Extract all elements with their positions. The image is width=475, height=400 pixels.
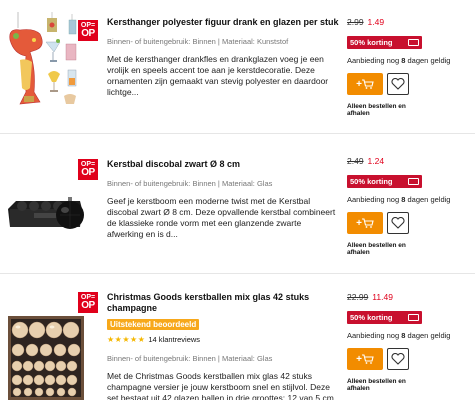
product-info: Kerstbal discobal zwart Ø 8 cm Binnen- o… [107, 159, 339, 240]
validity-suffix: dagen geldig [407, 195, 451, 204]
pickup-note: Alleen bestellen en afhalen [347, 103, 406, 117]
pickup-note: Alleen bestellen en afhalen [347, 378, 406, 392]
product-info: Kersthanger polyester figuur drank en gl… [107, 17, 339, 98]
old-price: 2.99 [347, 17, 364, 27]
divider [0, 273, 475, 274]
product-meta: Binnen- of buitengebruik: Binnen | Mater… [107, 354, 273, 363]
product-meta: Binnen- of buitengebruik: Binnen | Mater… [107, 179, 273, 188]
favorite-button[interactable] [387, 212, 409, 234]
discount-badge: 50% korting [347, 36, 422, 49]
add-to-cart-button[interactable]: + [347, 348, 383, 370]
price-tag-icon [408, 39, 419, 46]
heart-icon [391, 78, 405, 90]
discount-label: 50% korting [350, 177, 393, 186]
badge-bottom: OP [81, 28, 95, 39]
validity-suffix: dagen geldig [407, 331, 451, 340]
product-title[interactable]: Christmas Goods kerstballen mix glas 42 … [107, 292, 339, 314]
validity-suffix: dagen geldig [407, 56, 451, 65]
rating-row[interactable]: ★★★★★ 14 klantreviews [107, 335, 339, 344]
heart-icon [391, 217, 405, 229]
product-description: Met de kersthanger drankfles en drankgla… [107, 54, 329, 97]
actions: + [347, 348, 472, 370]
validity-prefix: Aanbieding nog [347, 56, 400, 65]
product-info: Christmas Goods kerstballen mix glas 42 … [107, 292, 339, 400]
old-price: 22.99 [347, 292, 369, 302]
validity-prefix: Aanbieding nog [347, 195, 400, 204]
discount-badge: 50% korting [347, 175, 422, 188]
validity-days: 8 [401, 331, 406, 340]
prices: 2.49 1.24 [347, 156, 472, 167]
prices: 22.99 11.49 [347, 292, 472, 303]
price-tag-icon [408, 314, 419, 321]
offer-validity: Aanbieding nog 8 dagen geldig [347, 56, 472, 65]
price-tag-icon [408, 178, 419, 185]
star-rating-icon: ★★★★★ [107, 335, 146, 344]
discount-label: 50% korting [350, 38, 393, 47]
heart-icon [391, 353, 405, 365]
cart-icon [361, 218, 374, 228]
price-box: 2.99 1.49 50% korting Aanbieding nog 8 da… [347, 17, 472, 117]
op-is-op-badge: OP= OP [78, 292, 98, 313]
add-to-cart-button[interactable]: + [347, 73, 383, 95]
product-image[interactable] [6, 165, 86, 255]
validity-days: 8 [401, 195, 406, 204]
product-card[interactable]: OP= OP Kersthanger polyester figuur dran… [0, 0, 475, 130]
rating-badge: Uitstekend beoordeeld [107, 319, 200, 330]
review-count: 14 klantreviews [148, 335, 201, 344]
product-description: Met de Christmas Goods kerstballen mix g… [107, 371, 337, 400]
offer-validity: Aanbieding nog 8 dagen geldig [347, 195, 472, 204]
new-price: 1.24 [367, 156, 385, 166]
product-card[interactable]: OP= OP Christmas Goods kerstballen mix g… [0, 276, 475, 400]
validity-prefix: Aanbieding nog [347, 331, 400, 340]
op-is-op-badge: OP= OP [78, 159, 98, 180]
badge-bottom: OP [81, 167, 95, 178]
product-description: Geef je kerstboom een moderne twist met … [107, 196, 336, 239]
cart-icon [361, 79, 374, 89]
old-price: 2.49 [347, 156, 364, 166]
price-box: 2.49 1.24 50% korting Aanbieding nog 8 da… [347, 156, 472, 256]
product-list: OP= OP Kersthanger polyester figuur dran… [0, 0, 475, 400]
price-box: 22.99 11.49 50% korting Aanbieding nog 8 … [347, 292, 472, 392]
black-disco-ball-icon [8, 197, 84, 229]
add-to-cart-button[interactable]: + [347, 212, 383, 234]
op-is-op-badge: OP= OP [78, 20, 98, 41]
new-price: 11.49 [372, 292, 393, 302]
drink-glass-ornaments-icon [9, 12, 77, 105]
product-title[interactable]: Kerstbal discobal zwart Ø 8 cm [107, 159, 339, 170]
favorite-button[interactable] [387, 348, 409, 370]
champagne-baubles-box-icon [8, 316, 84, 400]
badge-bottom: OP [81, 300, 95, 311]
product-meta: Binnen- of buitengebruik: Binnen | Mater… [107, 37, 289, 46]
new-price: 1.49 [367, 17, 385, 27]
discount-badge: 50% korting [347, 311, 422, 324]
divider [0, 133, 475, 134]
product-title[interactable]: Kersthanger polyester figuur drank en gl… [107, 17, 339, 28]
actions: + [347, 212, 472, 234]
product-card[interactable]: OP= OP Kerstbal discobal zwart Ø 8 cm Bi… [0, 137, 475, 272]
prices: 2.99 1.49 [347, 17, 472, 28]
favorite-button[interactable] [387, 73, 409, 95]
offer-validity: Aanbieding nog 8 dagen geldig [347, 331, 472, 340]
product-image[interactable] [6, 294, 86, 400]
validity-days: 8 [401, 56, 406, 65]
product-image[interactable] [6, 10, 86, 110]
actions: + [347, 73, 472, 95]
discount-label: 50% korting [350, 313, 393, 322]
pickup-note: Alleen bestellen en afhalen [347, 242, 406, 256]
cart-icon [361, 354, 374, 364]
